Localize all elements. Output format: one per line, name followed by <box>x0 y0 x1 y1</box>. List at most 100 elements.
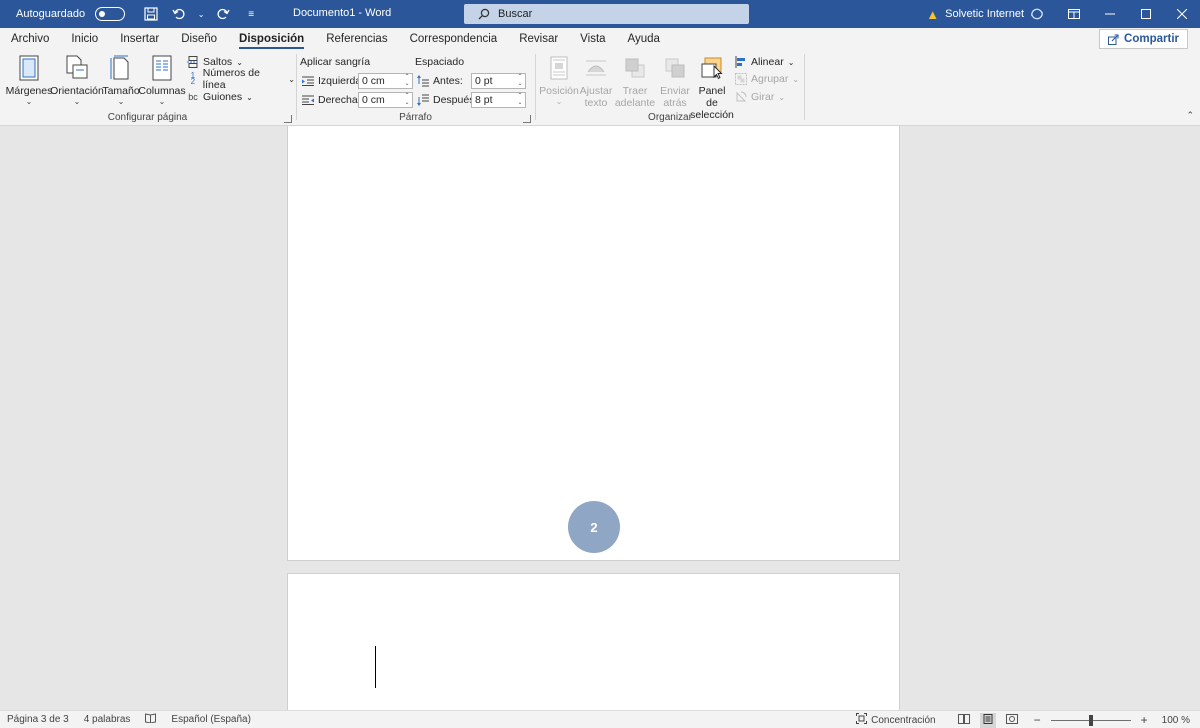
zoom-out-icon[interactable]: − <box>1034 713 1041 727</box>
close-icon[interactable] <box>1164 0 1200 28</box>
tab-disposicion[interactable]: Disposición <box>228 28 315 50</box>
paragraph-launcher-icon[interactable] <box>523 115 531 123</box>
group-icon <box>735 73 747 85</box>
bring-forward-label-1: Traer <box>622 85 648 97</box>
breaks-dropdown-icon: ⌄ <box>236 57 243 67</box>
indent-left-icon <box>302 75 314 87</box>
document-page[interactable]: 2 <box>287 126 900 561</box>
size-button[interactable]: Tamaño ⌄ <box>102 53 140 106</box>
vertical-scrollbar[interactable] <box>1188 126 1200 710</box>
spacing-before-spinner-icon[interactable]: ⌃ ⌄ <box>516 74 524 88</box>
tab-ayuda[interactable]: Ayuda <box>617 28 671 50</box>
spacing-after-label-group: Después: <box>417 92 477 108</box>
tab-archivo[interactable]: Archivo <box>0 28 60 50</box>
selection-pane-button[interactable]: Panel de selección <box>690 53 734 121</box>
account-area[interactable]: ▲ Solvetic Internet <box>926 7 1044 22</box>
rotate-button[interactable]: Girar ⌄ <box>735 89 785 105</box>
save-icon[interactable] <box>141 4 161 24</box>
selection-pane-label-1: Panel de <box>698 85 726 109</box>
spacing-before-label: Antes: <box>433 75 463 87</box>
orientation-button[interactable]: Orientación ⌄ <box>50 53 104 106</box>
group-button[interactable]: Agrupar ⌄ <box>735 71 799 87</box>
tab-vista[interactable]: Vista <box>569 28 616 50</box>
language[interactable]: Español (España) <box>171 714 251 725</box>
orientation-icon <box>63 53 91 83</box>
minimize-icon[interactable] <box>1092 0 1128 28</box>
spacing-after-icon <box>417 94 429 106</box>
zoom-in-icon[interactable]: + <box>1141 713 1148 727</box>
document-page[interactable] <box>287 573 900 710</box>
indent-right-spinner-icon[interactable]: ⌃ ⌄ <box>403 93 411 107</box>
size-label: Tamaño <box>102 85 140 97</box>
line-numbers-label: Números de línea <box>202 67 260 91</box>
group-page-setup: Márgenes ⌄ Orientación ⌄ Tamaño ⌄ Column… <box>0 50 295 126</box>
zoom-level[interactable]: 100 % <box>1162 715 1190 726</box>
spacing-before-value: 0 pt <box>475 75 493 87</box>
columns-label: Columnas <box>138 85 186 97</box>
bring-forward-button[interactable]: Traer adelante <box>612 53 658 109</box>
collapse-ribbon-icon[interactable]: ⌃ <box>1186 110 1194 121</box>
tab-revisar[interactable]: Revisar <box>508 28 569 50</box>
undo-dropdown-icon[interactable]: ⌄ <box>197 4 205 24</box>
page-setup-launcher-icon[interactable] <box>284 115 292 123</box>
user-name: Solvetic Internet <box>945 8 1024 20</box>
position-button[interactable]: Posición ⌄ <box>538 53 580 106</box>
print-layout-icon[interactable] <box>979 712 996 728</box>
undo-icon[interactable] <box>169 4 189 24</box>
align-dropdown-icon: ⌄ <box>787 57 795 67</box>
hyphenation-button[interactable]: bc Guiones ⌄ <box>187 89 253 105</box>
indent-right-label: Derecha: <box>318 94 361 106</box>
line-numbers-button[interactable]: 12 Números de línea ⌄ <box>187 67 295 91</box>
page-number-badge: 2 <box>568 501 620 553</box>
ribbon-display-icon[interactable] <box>1056 0 1092 28</box>
share-icon <box>1108 33 1119 45</box>
wrap-text-label-2: texto <box>584 97 608 109</box>
search-box[interactable]: Buscar <box>464 4 749 24</box>
zoom-slider-thumb[interactable] <box>1088 714 1093 726</box>
maximize-icon[interactable] <box>1128 0 1164 28</box>
tab-referencias[interactable]: Referencias <box>315 28 398 50</box>
customize-toolbar-icon[interactable]: ≡ <box>241 4 261 24</box>
read-mode-icon[interactable] <box>957 713 970 727</box>
indent-right-value: 0 cm <box>362 94 385 106</box>
proofing-icon[interactable] <box>145 713 157 726</box>
tab-diseno[interactable]: Diseño <box>170 28 228 50</box>
word-count[interactable]: 4 palabras <box>84 714 131 725</box>
selection-pane-icon <box>698 53 726 83</box>
web-layout-icon[interactable] <box>1005 713 1018 727</box>
zoom-slider[interactable] <box>1050 714 1131 726</box>
tab-correspondencia[interactable]: Correspondencia <box>399 28 509 50</box>
line-numbers-icon: 12 <box>190 71 196 86</box>
margins-button[interactable]: Márgenes ⌄ <box>6 53 52 106</box>
align-button[interactable]: Alinear ⌄ <box>735 54 794 70</box>
rotate-dropdown-icon: ⌄ <box>778 92 786 102</box>
document-area[interactable]: 2 <box>0 126 1200 710</box>
spacing-before-input[interactable]: 0 pt ⌃ ⌄ <box>471 73 526 89</box>
tab-insertar[interactable]: Insertar <box>109 28 170 50</box>
ribbon: Márgenes ⌄ Orientación ⌄ Tamaño ⌄ Column… <box>0 50 1200 126</box>
group-paragraph: Aplicar sangría Espaciado Izquierda: 0 c… <box>297 50 534 126</box>
search-placeholder: Buscar <box>498 8 533 20</box>
wrap-text-button[interactable]: Ajustar texto <box>578 53 614 109</box>
send-backward-icon <box>661 53 689 83</box>
spacing-after-input[interactable]: 8 pt ⌃ ⌄ <box>471 92 526 108</box>
redo-icon[interactable] <box>213 4 233 24</box>
spacing-after-spinner-icon[interactable]: ⌃ ⌄ <box>516 93 524 107</box>
indent-left-spinner-icon[interactable]: ⌃ ⌄ <box>403 74 411 88</box>
indent-right-input[interactable]: 0 cm ⌃ ⌄ <box>358 92 413 108</box>
text-cursor <box>375 646 376 688</box>
group-dropdown-icon: ⌄ <box>792 74 800 84</box>
send-backward-button[interactable]: Enviar atrás <box>656 53 694 109</box>
focus-mode-label[interactable]: Concentración <box>871 715 935 726</box>
focus-mode-icon[interactable] <box>856 713 868 727</box>
tab-inicio[interactable]: Inicio <box>60 28 109 50</box>
send-backward-label-1: Enviar <box>660 85 690 97</box>
indent-right-label-group: Derecha: <box>302 92 361 108</box>
columns-button[interactable]: Columnas ⌄ <box>138 53 186 106</box>
columns-dropdown-icon: ⌄ <box>158 97 166 106</box>
indent-left-input[interactable]: 0 cm ⌃ ⌄ <box>358 73 413 89</box>
indent-heading: Aplicar sangría <box>300 56 371 68</box>
page-count[interactable]: Página 3 de 3 <box>7 714 69 725</box>
share-button[interactable]: Compartir <box>1099 29 1188 49</box>
autosave-toggle[interactable] <box>95 7 126 21</box>
